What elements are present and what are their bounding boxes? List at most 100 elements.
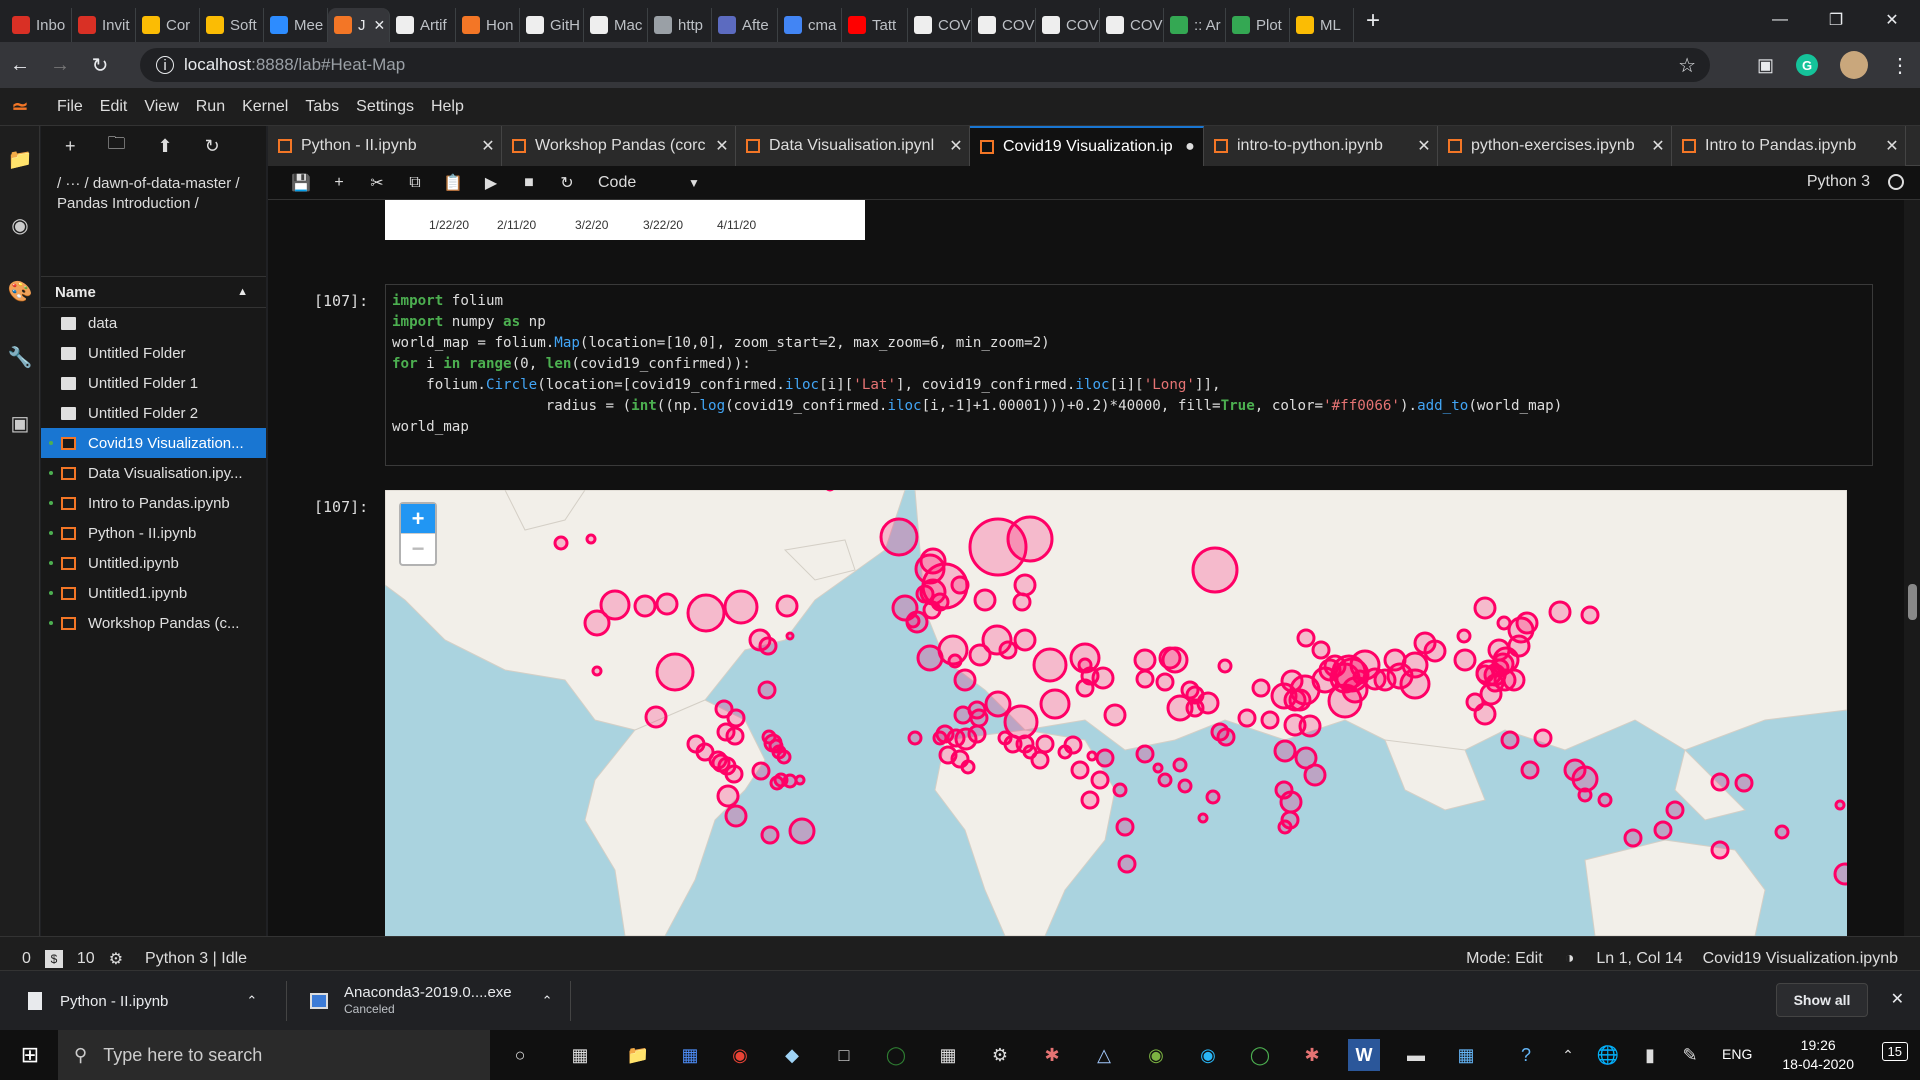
case-circle-marker[interactable] [953,668,977,692]
app-icon[interactable]: ✱ [1296,1039,1328,1071]
unsaved-dot-icon[interactable]: ● [1177,138,1203,156]
case-circle-marker[interactable] [960,759,976,775]
case-circle-marker[interactable] [1515,611,1539,635]
bookmark-star-icon[interactable]: ☆ [1678,53,1696,78]
case-circle-marker[interactable] [1399,668,1431,700]
case-circle-marker[interactable] [599,589,631,621]
case-circle-marker[interactable] [998,640,1018,660]
browser-tab[interactable]: :: Ar [1164,8,1226,42]
browser-tab[interactable]: Afte [712,8,778,42]
notebook-tab[interactable]: Python - II.ipynb ✕ [268,126,502,166]
scrollbar[interactable] [1904,200,1920,936]
case-circle-marker[interactable] [879,517,919,557]
case-circle-marker[interactable] [915,584,935,604]
case-circle-marker[interactable] [1571,765,1599,793]
windows-start-icon[interactable]: ⊞ [14,1039,46,1071]
battery-icon[interactable]: ▮ [1634,1039,1666,1071]
case-circle-marker[interactable] [1623,828,1643,848]
insert-cell-icon[interactable]: + [320,174,358,192]
new-tab-button[interactable]: + [1366,7,1380,35]
new-launcher-icon[interactable]: + [65,136,76,157]
case-circle-marker[interactable] [1653,820,1673,840]
browser-tab[interactable]: Mac [584,8,648,42]
case-circle-marker[interactable] [1197,812,1209,824]
case-circle-marker[interactable] [553,535,569,551]
show-all-button[interactable]: Show all [1776,983,1868,1017]
map-canvas[interactable] [385,490,1847,936]
browser-tab[interactable]: GitH [520,8,584,42]
back-icon[interactable]: ← [0,54,40,77]
case-circle-marker[interactable] [585,533,597,545]
loader-icon[interactable]: ◯ [880,1039,912,1071]
browser-tab[interactable]: Inbo [6,8,72,42]
case-circle-marker[interactable] [1577,787,1593,803]
case-circle-marker[interactable] [1013,628,1037,652]
refresh-icon[interactable]: ↻ [205,136,220,157]
case-circle-marker[interactable] [969,708,989,728]
forward-icon[interactable]: → [40,54,80,77]
case-circle-marker[interactable] [1003,704,1039,740]
case-circle-marker[interactable] [1070,760,1090,780]
case-circle-marker[interactable] [1152,762,1164,774]
case-circle-marker[interactable] [1833,862,1847,886]
paste-icon[interactable]: 📋 [434,173,472,193]
kebab-menu-icon[interactable]: ⋮ [1890,53,1910,78]
case-circle-marker[interactable] [1383,648,1407,672]
case-circle-marker[interactable] [725,726,745,746]
browser-tab[interactable]: Tatt [842,8,908,42]
cursor-position[interactable]: Ln 1, Col 14 [1596,950,1682,968]
browser-tab[interactable]: COV [1036,8,1100,42]
restart-icon[interactable]: ↻ [548,173,586,193]
network-icon[interactable]: 🌐 [1592,1039,1624,1071]
file-list-item[interactable]: Intro to Pandas.ipynb [41,488,266,518]
case-circle-marker[interactable] [1161,646,1189,674]
file-list-item[interactable]: Untitled Folder 1 [41,368,266,398]
info-icon[interactable]: i [156,56,174,74]
running-icon[interactable]: ◉ [0,192,40,258]
close-tab-icon[interactable]: ✕ [1879,136,1905,156]
calculator-icon[interactable]: ▦ [932,1039,964,1071]
address-bar[interactable]: i localhost:8888/lab#Heat-Map ☆ [140,48,1710,82]
case-circle-marker[interactable] [1216,727,1236,747]
case-circle-marker[interactable] [1039,688,1071,720]
file-list-item[interactable]: Workshop Pandas (c... [41,608,266,638]
case-circle-marker[interactable] [1580,605,1600,625]
case-circle-marker[interactable] [1133,648,1157,672]
close-window-button[interactable]: ✕ [1864,0,1920,40]
cast-icon[interactable]: ▣ [1757,55,1774,76]
pen-icon[interactable]: ✎ [1674,1039,1706,1071]
case-circle-marker[interactable] [591,665,603,677]
case-circle-marker[interactable] [1533,728,1553,748]
case-circle-marker[interactable] [1734,773,1754,793]
menu-file[interactable]: File [57,98,83,116]
chevron-down-icon[interactable]: ▼ [688,176,700,190]
case-circle-marker[interactable] [905,613,921,629]
copy-icon[interactable]: ⧉ [396,174,434,192]
case-circle-marker[interactable] [1135,744,1155,764]
new-folder-icon[interactable]: 🗀 [108,131,126,161]
close-tab-icon[interactable]: ✕ [709,136,735,156]
case-circle-marker[interactable] [1013,573,1037,597]
case-circle-marker[interactable] [1456,628,1472,644]
run-icon[interactable]: ▶ [472,173,510,193]
case-circle-marker[interactable] [950,575,970,595]
notebook-tab[interactable]: Intro to Pandas.ipynb ✕ [1672,126,1906,166]
case-circle-marker[interactable] [751,761,771,781]
case-circle-marker[interactable] [1473,596,1497,620]
case-circle-marker[interactable] [775,594,799,618]
file-list-item[interactable]: Untitled1.ipynb [41,578,266,608]
close-tab-icon[interactable]: ✕ [1645,136,1671,156]
file-explorer-icon[interactable]: 📁 [622,1039,654,1071]
chevron-up-icon[interactable]: ⌃ [246,993,257,1009]
android-studio-icon[interactable]: ◉ [1140,1039,1172,1071]
case-circle-marker[interactable] [1095,748,1115,768]
case-circle-marker[interactable] [1075,678,1095,698]
browser-tab[interactable]: Hon [456,8,520,42]
taskbar-search[interactable]: ⚲ Type here to search [58,1030,490,1080]
case-circle-marker[interactable] [1280,810,1300,830]
case-circle-marker[interactable] [655,652,695,692]
menu-edit[interactable]: Edit [100,98,128,116]
word-icon[interactable]: W [1348,1039,1380,1071]
loader-icon[interactable]: ◯ [1244,1039,1276,1071]
task-view-icon[interactable]: ▦ [564,1039,596,1071]
